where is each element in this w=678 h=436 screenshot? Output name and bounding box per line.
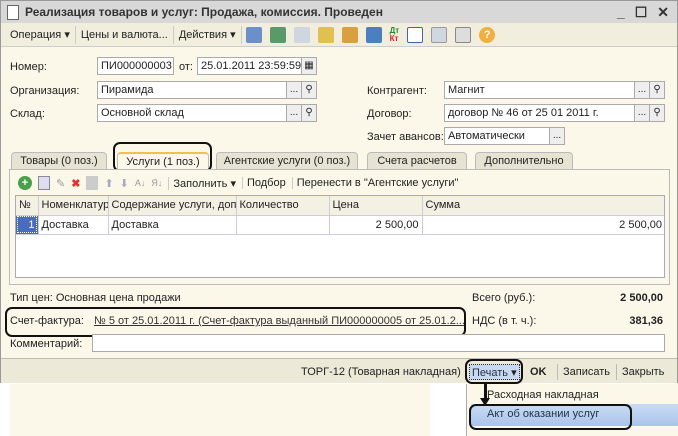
unpost-icon[interactable] [341, 26, 358, 43]
toolbar: Операция ▾ Цены и валюта... Действия ▾ Д… [1, 23, 677, 47]
contract-field[interactable]: договор № 46 от 25 01 2011 г. [444, 104, 635, 122]
tab-goods[interactable]: Товары (0 поз.) [11, 152, 107, 170]
move-up-icon[interactable]: ⬆ [104, 177, 113, 190]
contract-label: Договор: [367, 108, 412, 120]
col-sum[interactable]: Сумма [422, 196, 664, 216]
title-bar: Реализация товаров и услуг: Продажа, ком… [1, 1, 677, 23]
warehouse-label: Склад: [10, 108, 45, 120]
counterparty-search-icon[interactable]: ⚲ [649, 81, 665, 99]
org-label: Организация: [10, 85, 80, 97]
col-number[interactable]: № [16, 196, 39, 216]
ok-button[interactable]: OK [530, 364, 547, 380]
comment-label: Комментарий: [10, 338, 83, 350]
close-window-button[interactable]: ✕ [657, 4, 669, 21]
post-icon[interactable] [245, 26, 262, 43]
services-panel: + ✎ ✖ ⬆ ⬇ А↓ Я↓ Заполнить ▾ Подбор Перен… [9, 169, 670, 285]
date-label: от: [179, 61, 193, 73]
tab-additional[interactable]: Дополнительно [475, 152, 573, 170]
delete-row-icon[interactable]: ✖ [71, 177, 80, 190]
minimize-button[interactable]: _ [617, 4, 625, 21]
col-content[interactable]: Содержание услуги, доп. све... [108, 196, 237, 216]
advance-field[interactable]: Автоматически [444, 127, 550, 145]
document-window: Реализация товаров и услуг: Продажа, ком… [0, 0, 678, 384]
sort-asc-icon[interactable]: А↓ [135, 178, 146, 188]
table-header: № Номенклатура Содержание услуги, доп. с… [16, 196, 664, 216]
window-title: Реализация товаров и услуг: Продажа, ком… [25, 5, 383, 19]
tab-settlement-accounts[interactable]: Счета расчетов [367, 152, 467, 170]
actions-menu[interactable]: Действия ▾ [174, 25, 242, 44]
table-row[interactable]: 1 Доставка Доставка 2 500,00 2 500,00 [16, 215, 664, 234]
cell-sum[interactable]: 2 500,00 [422, 215, 664, 234]
background-area [10, 384, 430, 436]
highlight-print-button [465, 359, 523, 384]
comment-field[interactable] [92, 334, 665, 352]
number-field[interactable]: ПИ000000003 [97, 57, 174, 75]
operation-menu[interactable]: Операция ▾ [5, 25, 76, 44]
move-down-icon[interactable]: ⬇ [120, 177, 129, 190]
contract-search-icon[interactable]: ⚲ [649, 104, 665, 122]
footer-bar: ТОРГ-12 (Товарная накладная) Печать ▾ OK… [1, 358, 677, 383]
fill-menu[interactable]: Заполнить ▾ [168, 176, 236, 190]
copy-row-icon[interactable] [38, 176, 50, 190]
close-button[interactable]: Закрыть [616, 364, 664, 380]
advance-label: Зачет авансов: [367, 131, 444, 143]
date-field[interactable]: 25.01.2011 23:59:59 [197, 57, 302, 75]
torg12-button[interactable]: ТОРГ-12 (Товарная накладная) [301, 364, 461, 380]
counterparty-label: Контрагент: [367, 85, 427, 97]
dt-kt-icon[interactable]: Дт Кт [390, 26, 400, 43]
total-value: 2 500,00 [620, 292, 663, 304]
tab-agent-services[interactable]: Агентские услуги (0 поз.) [216, 152, 358, 170]
col-nomenclature[interactable]: Номенклатура [38, 196, 109, 216]
list-settings-icon[interactable] [455, 26, 472, 43]
cell-number[interactable]: 1 [16, 215, 39, 234]
edit-row-icon[interactable]: ✎ [56, 177, 65, 190]
journal-icon[interactable] [407, 26, 424, 43]
warehouse-search-icon[interactable]: ⚲ [301, 104, 317, 122]
org-search-icon[interactable]: ⚲ [301, 81, 317, 99]
help-icon[interactable]: ? [479, 26, 496, 43]
counterparty-select-button[interactable]: ... [634, 81, 650, 99]
maximize-button[interactable]: ☐ [635, 4, 648, 21]
col-quantity[interactable]: Количество [236, 196, 330, 216]
structure-icon[interactable] [431, 26, 448, 43]
advance-select-button[interactable]: ... [549, 127, 565, 145]
save-row-icon[interactable] [86, 176, 99, 190]
document-icon [7, 4, 19, 20]
copy-icon[interactable] [293, 26, 310, 43]
org-field[interactable]: Пирамида [97, 81, 287, 99]
arrow-head-icon [480, 398, 490, 406]
price-type-link[interactable]: Тип цен: Основная цена продажи [10, 292, 181, 304]
move-to-agent-button[interactable]: Перенести в "Агентские услуги" [291, 177, 458, 189]
number-label: Номер: [10, 61, 47, 73]
calendar-icon[interactable]: ▦ [301, 57, 317, 75]
vat-value: 381,36 [629, 315, 663, 327]
warehouse-field[interactable]: Основной склад [97, 104, 287, 122]
sort-desc-icon[interactable]: Я↓ [151, 178, 162, 188]
highlight-services-tab [113, 142, 212, 172]
cell-price[interactable]: 2 500,00 [329, 215, 423, 234]
highlight-invoice [5, 307, 466, 337]
services-table: № Номенклатура Содержание услуги, доп. с… [15, 195, 665, 278]
cell-content[interactable]: Доставка [108, 215, 237, 234]
col-price[interactable]: Цена [329, 196, 423, 216]
menu-item-sales-invoice[interactable]: Расходная накладная [487, 389, 599, 401]
org-select-button[interactable]: ... [286, 81, 302, 99]
go-to-icon[interactable] [365, 26, 382, 43]
save-button[interactable]: Записать [557, 364, 610, 380]
prices-button[interactable]: Цены и валюта... [76, 25, 174, 44]
contract-select-button[interactable]: ... [634, 104, 650, 122]
total-label: Всего (руб.): [472, 292, 536, 304]
counterparty-field[interactable]: Магнит [444, 81, 635, 99]
pick-button[interactable]: Подбор [241, 177, 286, 189]
refresh-icon[interactable] [269, 26, 286, 43]
cell-quantity[interactable] [236, 215, 330, 234]
highlight-service-act [469, 404, 632, 430]
vat-label: НДС (в т. ч.): [472, 315, 537, 327]
cell-nomenclature[interactable]: Доставка [38, 215, 109, 234]
warehouse-select-button[interactable]: ... [286, 104, 302, 122]
based-on-icon[interactable] [317, 26, 334, 43]
add-row-icon[interactable]: + [18, 176, 32, 190]
